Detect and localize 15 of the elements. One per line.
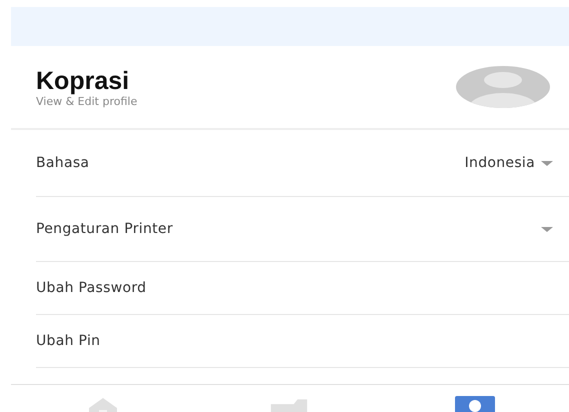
settings-row[interactable]: Pengaturan Printer — [36, 197, 569, 262]
dropdown-value: Indonesia — [464, 155, 535, 171]
edit-profile-link[interactable]: View & Edit profile — [36, 94, 138, 108]
profile-icon[interactable] — [455, 396, 495, 412]
caret-icon — [541, 226, 553, 232]
settings-row[interactable]: Ubah Password — [36, 262, 569, 315]
setting-label: Ubah Pin — [36, 333, 100, 349]
setting-label: Bahasa — [36, 155, 90, 171]
settings-row[interactable]: Bahasa Indonesia — [36, 130, 569, 197]
setting-label: Pengaturan Printer — [36, 221, 173, 237]
avatar-icon[interactable] — [453, 65, 553, 109]
caret-icon — [541, 160, 553, 166]
settings-row[interactable]: Ubah Pin — [36, 315, 569, 368]
setting-label: Ubah Password — [36, 280, 146, 296]
profile-name: Koprasi — [36, 66, 130, 94]
